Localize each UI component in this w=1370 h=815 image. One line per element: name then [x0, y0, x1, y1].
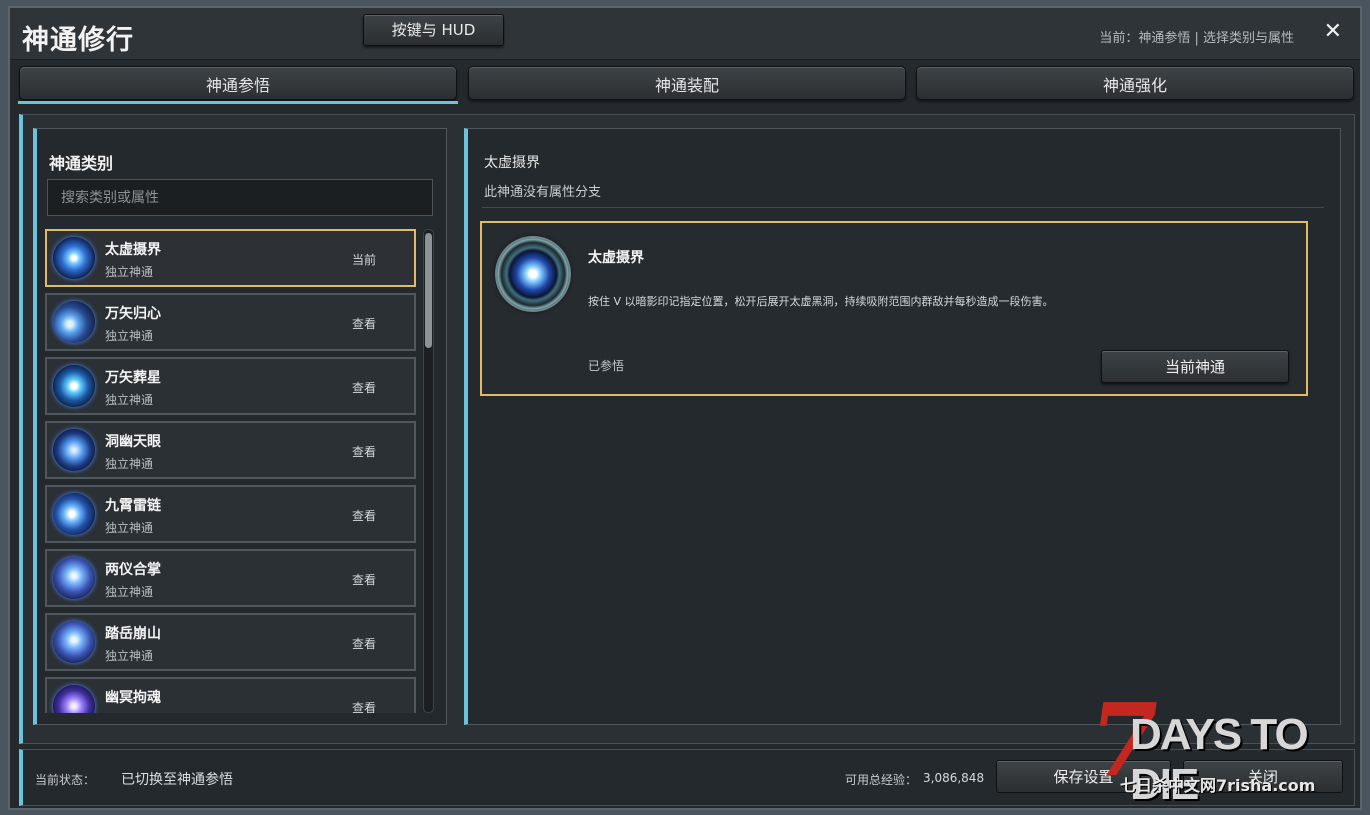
- close-button[interactable]: 关闭: [1183, 760, 1343, 793]
- item-type: 独立神通: [105, 585, 154, 599]
- mountain-crash-icon: [53, 621, 95, 663]
- list-item[interactable]: 两仪合掌 独立神通 查看: [45, 549, 416, 607]
- item-type: 独立神通: [105, 649, 154, 663]
- keybind-hud-button[interactable]: 按键与 HUD: [363, 14, 504, 46]
- item-name: 九霄雷链: [105, 498, 161, 514]
- item-state: 查看: [352, 381, 377, 395]
- detail-subtitle: 此神通没有属性分支: [484, 185, 602, 200]
- item-state: 查看: [352, 317, 377, 331]
- item-type: 独立神通: [105, 521, 154, 535]
- current-skill-button[interactable]: 当前神通: [1101, 350, 1289, 383]
- item-name: 两仪合掌: [105, 562, 161, 578]
- arrow-star-icon: [53, 365, 95, 407]
- item-name: 万矢葬星: [105, 370, 161, 386]
- status-bar: 当前状态： 已切换至神通参悟 可用总经验： 3,086,848 保存设置 关闭: [19, 749, 1355, 806]
- close-icon[interactable]: ✕: [1324, 21, 1342, 43]
- item-state: 查看: [352, 637, 377, 651]
- item-state: 查看: [352, 509, 377, 523]
- exp-label: 可用总经验：: [845, 773, 918, 787]
- thunder-chain-icon: [53, 493, 95, 535]
- tab-equip[interactable]: 神通装配: [468, 66, 906, 100]
- status-label: 当前状态：: [35, 773, 96, 787]
- scroll-thumb[interactable]: [425, 233, 432, 348]
- item-type: 独立神通: [105, 329, 154, 343]
- tab-enhance[interactable]: 神通强化: [916, 66, 1354, 100]
- divider: [482, 207, 1324, 208]
- breadcrumb: 当前：神通参悟 | 选择类别与属性: [1099, 31, 1294, 46]
- save-button[interactable]: 保存设置: [996, 760, 1171, 793]
- list-item[interactable]: 踏岳崩山 独立神通 查看: [45, 613, 416, 671]
- item-type: 独立神通: [105, 265, 154, 279]
- tab-comprehend[interactable]: 神通参悟: [18, 66, 458, 104]
- tab-bar: 神通参悟 神通装配 神通强化: [18, 66, 1355, 104]
- list-item[interactable]: 万矢葬星 独立神通 查看: [45, 357, 416, 415]
- item-name: 踏岳崩山: [105, 626, 161, 642]
- status-value: 已切换至神通参悟: [121, 772, 233, 788]
- item-name: 万矢归心: [105, 306, 161, 322]
- content-area: 神通类别 太虚摄界 独立神通 当前 万矢归心 独立神通 查看 万矢葬星: [19, 114, 1355, 744]
- list-item[interactable]: 万矢归心 独立神通 查看: [45, 293, 416, 351]
- detail-panel: 太虚摄界 此神通没有属性分支 太虚摄界 按住 V 以暗影印记指定位置，松开后展开…: [464, 128, 1341, 725]
- arrow-heart-icon: [53, 301, 95, 343]
- palm-icon: [53, 557, 95, 599]
- item-state: 当前: [352, 253, 377, 267]
- eye-icon: [53, 429, 95, 471]
- list-item[interactable]: 九霄雷链 独立神通 查看: [45, 485, 416, 543]
- card-description: 按住 V 以暗影印记指定位置，松开后展开太虚黑洞，持续吸附范围内群敌并每秒造成一…: [588, 295, 1054, 308]
- void-vortex-icon: [497, 238, 569, 310]
- list-item[interactable]: 太虚摄界 独立神通 当前: [45, 229, 416, 287]
- exp-value: 3,086,848: [923, 771, 985, 785]
- item-name: 幽冥拘魂: [105, 690, 161, 706]
- category-list: 太虚摄界 独立神通 当前 万矢归心 独立神通 查看 万矢葬星 独立神通 查看 洞…: [45, 229, 417, 713]
- item-type: 独立神通: [105, 393, 154, 407]
- item-state: 查看: [352, 445, 377, 459]
- item-name: 太虚摄界: [105, 242, 161, 258]
- item-name: 洞幽天眼: [105, 434, 161, 450]
- list-item[interactable]: 洞幽天眼 独立神通 查看: [45, 421, 416, 479]
- main-window: 神通修行 按键与 HUD 当前：神通参悟 | 选择类别与属性 ✕ 神通参悟 神通…: [8, 6, 1362, 810]
- item-state: 查看: [352, 573, 377, 587]
- list-scrollbar[interactable]: [423, 229, 434, 713]
- page-title: 神通修行: [22, 25, 134, 56]
- search-input[interactable]: [47, 179, 433, 216]
- void-vortex-icon: [53, 237, 95, 279]
- category-panel: 神通类别 太虚摄界 独立神通 当前 万矢归心 独立神通 查看 万矢葬星: [33, 128, 447, 725]
- skill-card: 太虚摄界 按住 V 以暗影印记指定位置，松开后展开太虚黑洞，持续吸附范围内群敌并…: [480, 221, 1308, 396]
- category-title: 神通类别: [49, 154, 114, 173]
- item-state: 查看: [352, 701, 377, 713]
- soul-chain-icon: [53, 685, 95, 713]
- detail-title: 太虚摄界: [484, 155, 540, 171]
- item-type: 独立神通: [105, 457, 154, 471]
- card-status: 已参悟: [588, 359, 625, 373]
- card-name: 太虚摄界: [588, 250, 644, 266]
- title-bar: 神通修行 按键与 HUD 当前：神通参悟 | 选择类别与属性 ✕: [10, 8, 1360, 60]
- list-item[interactable]: 幽冥拘魂 查看: [45, 677, 416, 713]
